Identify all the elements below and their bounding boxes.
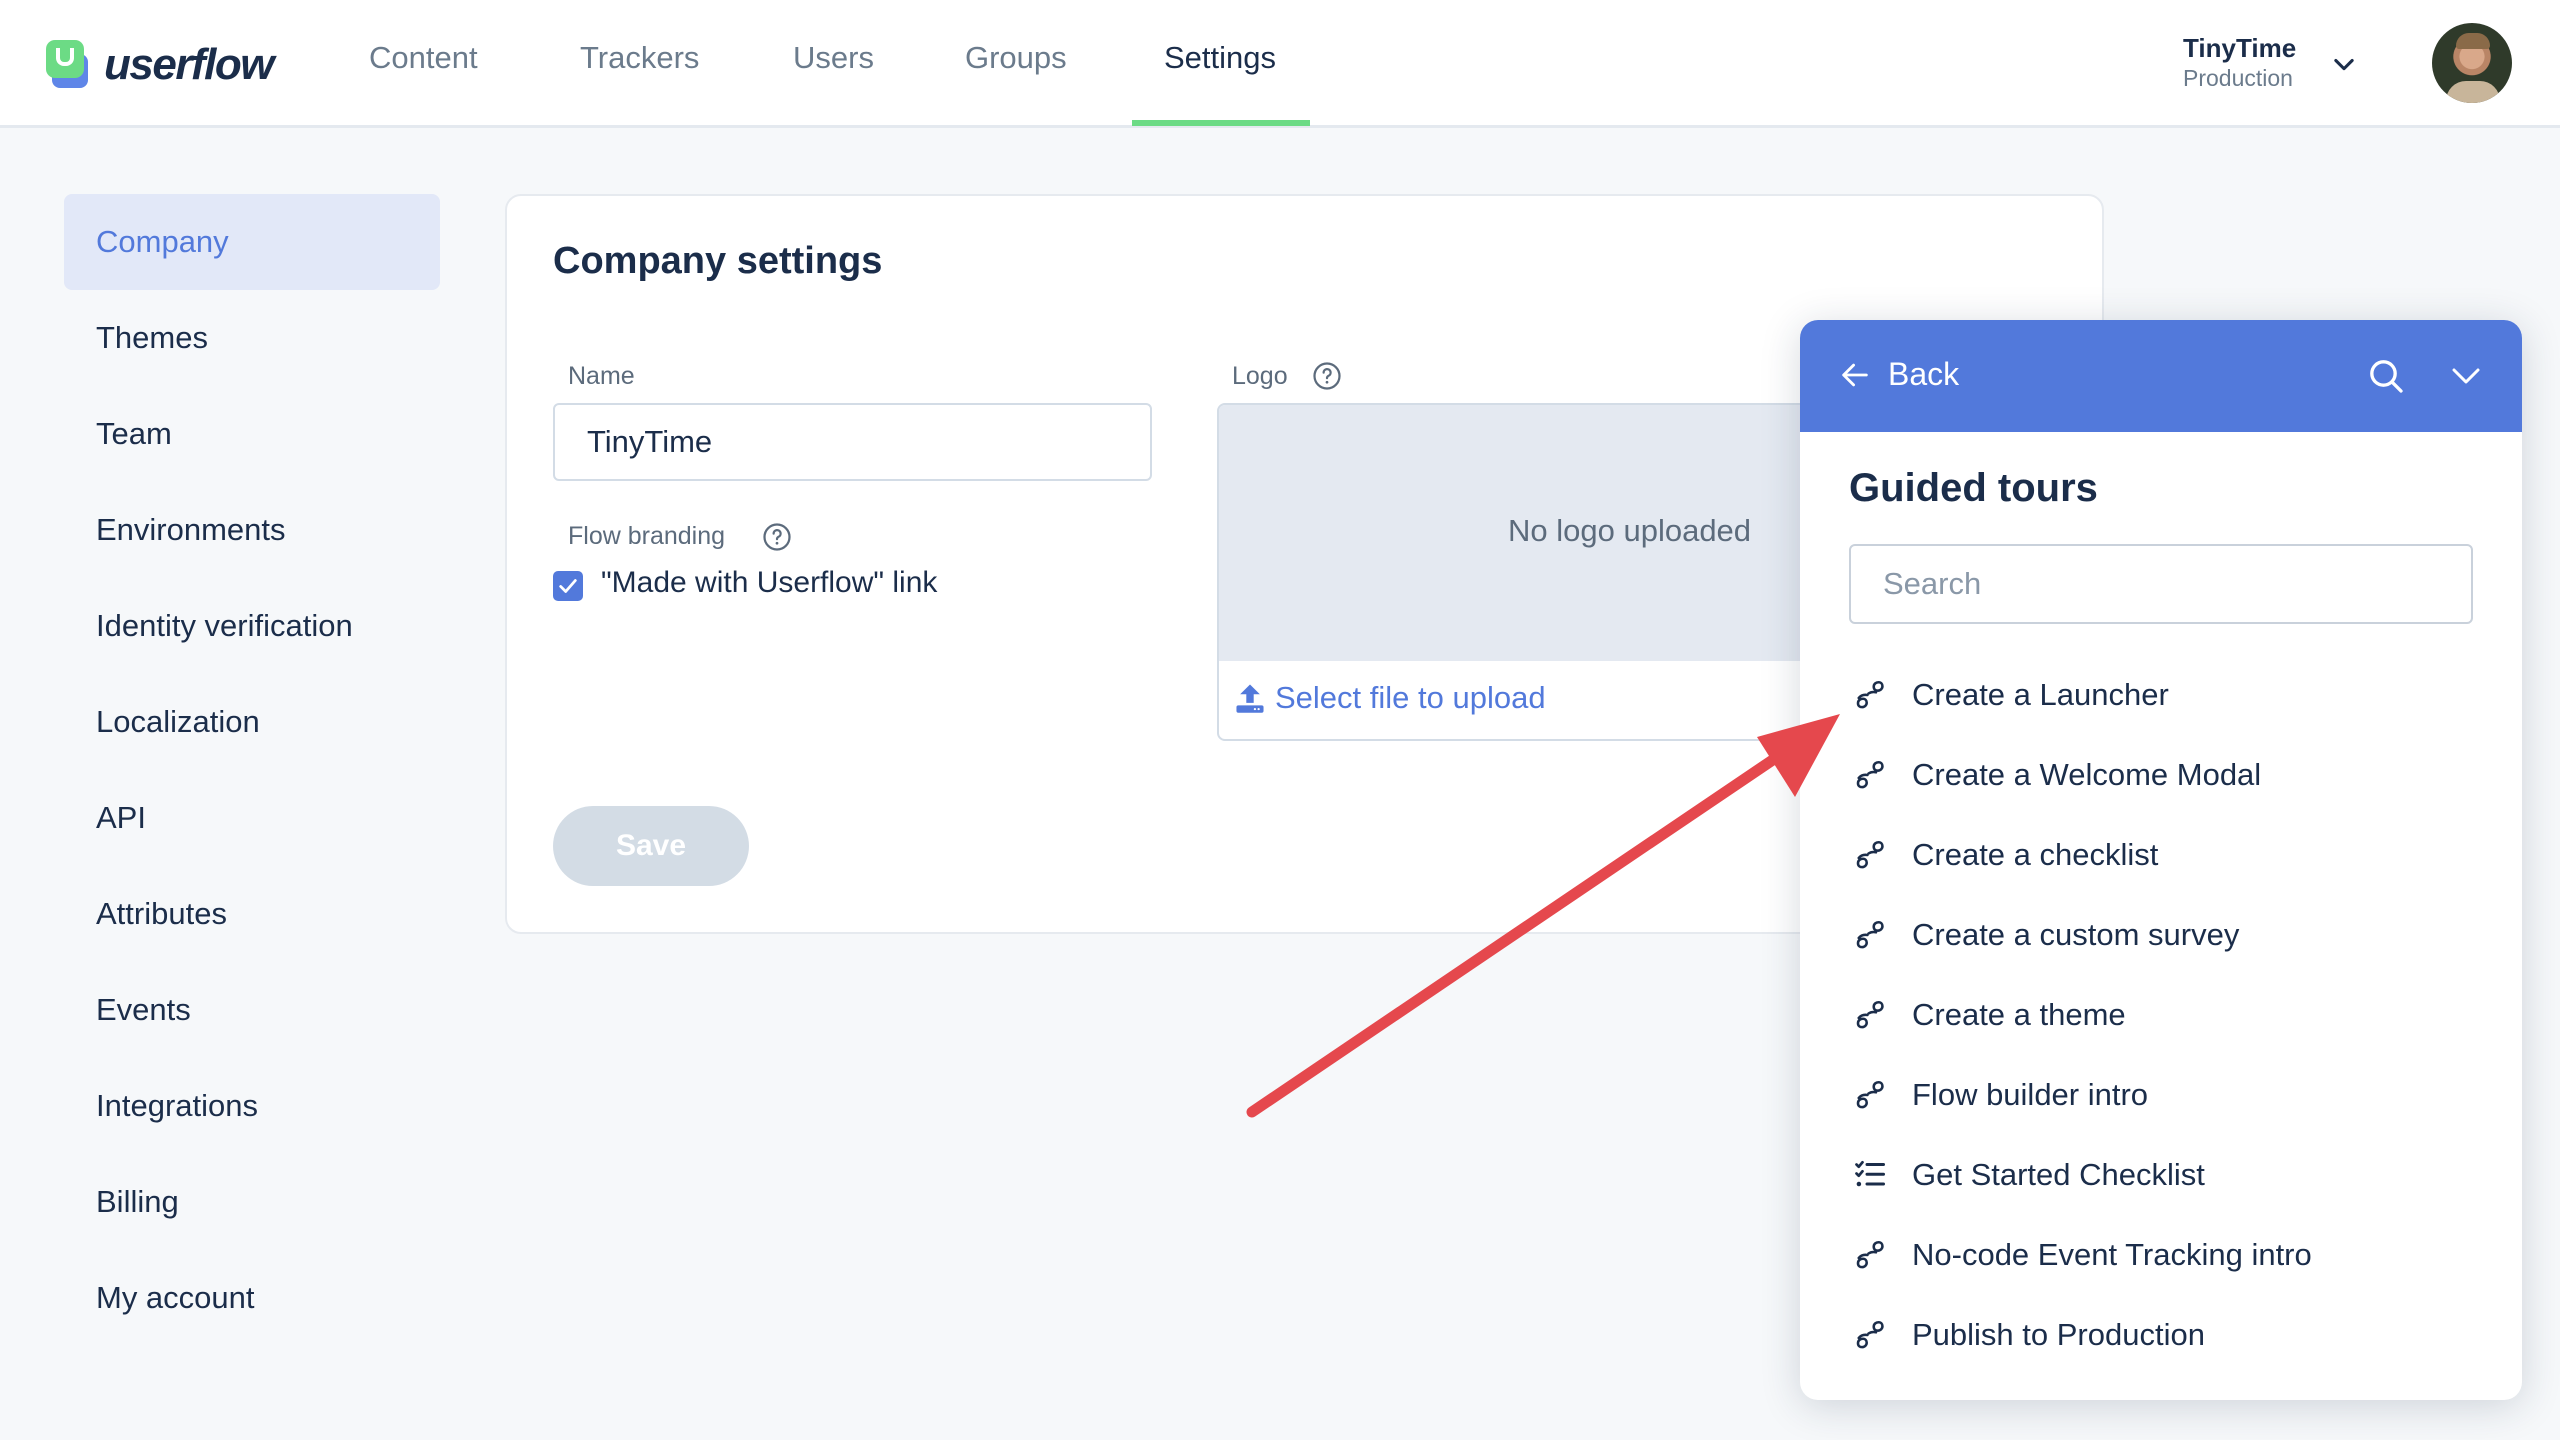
user-avatar[interactable] <box>2432 23 2512 103</box>
tour-list-item[interactable]: Create a theme <box>1852 985 2126 1045</box>
nav-tab-content[interactable]: Content <box>369 40 478 76</box>
upload-link-label: Select file to upload <box>1275 680 1546 715</box>
search-icon[interactable] <box>2366 356 2406 396</box>
tour-list-item[interactable]: Get Started Checklist <box>1852 1145 2205 1205</box>
checkmark-icon <box>559 579 577 593</box>
tour-list-item-label: Flow builder intro <box>1912 1077 2149 1112</box>
userflow-logo[interactable]: userflow <box>46 38 274 92</box>
sidebar-item-my-account[interactable]: My account <box>64 1250 440 1346</box>
organization-name: TinyTime <box>2183 33 2297 63</box>
sidebar-item-events[interactable]: Events <box>64 962 440 1058</box>
sidebar-item-environments[interactable]: Environments <box>64 482 440 578</box>
logo-wordmark: userflow <box>104 40 274 89</box>
tour-list-item[interactable]: Publish to Production <box>1852 1305 2205 1365</box>
footprints-icon <box>1856 840 1884 869</box>
back-label: Back <box>1888 356 1960 392</box>
organization-switcher[interactable]: TinyTime Production <box>2183 32 2296 92</box>
footprints-icon <box>1856 760 1884 789</box>
tour-list-item[interactable]: Create a Launcher <box>1852 665 2169 725</box>
panel-title: Guided tours <box>1849 466 2098 510</box>
footprints-icon <box>1856 1320 1884 1349</box>
chevron-down-icon[interactable] <box>2448 358 2484 394</box>
footprints-icon <box>1856 680 1884 709</box>
tour-list-item-label: Create a Launcher <box>1912 677 2169 712</box>
made-with-userflow-label[interactable]: "Made with Userflow" link <box>601 566 937 600</box>
sidebar-item-identity-verification[interactable]: Identity verification <box>64 578 440 674</box>
save-button[interactable]: Save <box>553 806 749 886</box>
nav-tab-groups[interactable]: Groups <box>965 40 1067 76</box>
sidebar-item-billing[interactable]: Billing <box>64 1154 440 1250</box>
userflow-logo-icon <box>46 40 96 90</box>
nav-tab-users[interactable]: Users <box>793 40 874 76</box>
footprints-icon <box>1856 1240 1884 1269</box>
tour-list-item-label: Create a checklist <box>1912 837 2159 872</box>
chevron-down-icon[interactable] <box>2330 50 2358 78</box>
company-name-input[interactable] <box>553 403 1152 481</box>
help-icon[interactable] <box>1312 361 1342 391</box>
tour-list-item[interactable]: Flow builder intro <box>1852 1065 2148 1125</box>
sidebar-item-team[interactable]: Team <box>64 386 440 482</box>
select-file-upload-link[interactable]: Select file to upload <box>1235 680 1546 716</box>
footprints-icon <box>1856 1080 1884 1109</box>
tour-list-item-label: Create a custom survey <box>1912 917 2240 952</box>
back-button[interactable]: Back <box>1838 356 1959 393</box>
sidebar-item-integrations[interactable]: Integrations <box>64 1058 440 1154</box>
environment-name: Production <box>2183 65 2293 91</box>
arrow-left-icon <box>1842 363 1868 386</box>
no-logo-text: No logo uploaded <box>1508 513 1752 548</box>
logo-label: Logo <box>1232 362 1288 390</box>
nav-tab-settings[interactable]: Settings <box>1164 40 1276 76</box>
name-label: Name <box>568 362 635 390</box>
page-title: Company settings <box>553 240 883 282</box>
checklist-icon <box>1855 1160 1885 1187</box>
tour-list-item[interactable]: No-code Event Tracking intro <box>1852 1225 2312 1285</box>
sidebar-item-localization[interactable]: Localization <box>64 674 440 770</box>
upload-icon <box>1236 684 1264 713</box>
sidebar-item-company[interactable]: Company <box>64 194 440 290</box>
sidebar-item-api[interactable]: API <box>64 770 440 866</box>
guided-tours-panel: Back Guided tours Create a Launcher Creat… <box>1800 320 2522 1400</box>
top-navigation-bar: userflow Content Trackers Users Groups S… <box>0 0 2560 128</box>
tour-list-item[interactable]: Create a checklist <box>1852 825 2158 885</box>
tour-list-item-label: Publish to Production <box>1912 1317 2205 1352</box>
tour-list-item-label: Create a theme <box>1912 997 2126 1032</box>
tour-list-item-label: Create a Welcome Modal <box>1912 757 2262 792</box>
tour-list-item-label: No-code Event Tracking intro <box>1912 1237 2312 1272</box>
tours-search-input[interactable] <box>1849 544 2473 624</box>
sidebar-item-attributes[interactable]: Attributes <box>64 866 440 962</box>
sidebar-item-themes[interactable]: Themes <box>64 290 440 386</box>
active-tab-indicator <box>1132 120 1310 126</box>
tour-list-item[interactable]: Create a Welcome Modal <box>1852 745 2261 805</box>
footprints-icon <box>1856 1000 1884 1029</box>
help-icon[interactable] <box>762 522 792 552</box>
footprints-icon <box>1856 920 1884 949</box>
made-with-userflow-checkbox[interactable] <box>553 571 583 601</box>
tour-list-item-label: Get Started Checklist <box>1912 1157 2205 1192</box>
nav-tab-trackers[interactable]: Trackers <box>580 40 699 76</box>
tour-list-item[interactable]: Create a custom survey <box>1852 905 2239 965</box>
flow-branding-label: Flow branding <box>568 522 726 550</box>
panel-header: Back <box>1800 320 2522 432</box>
